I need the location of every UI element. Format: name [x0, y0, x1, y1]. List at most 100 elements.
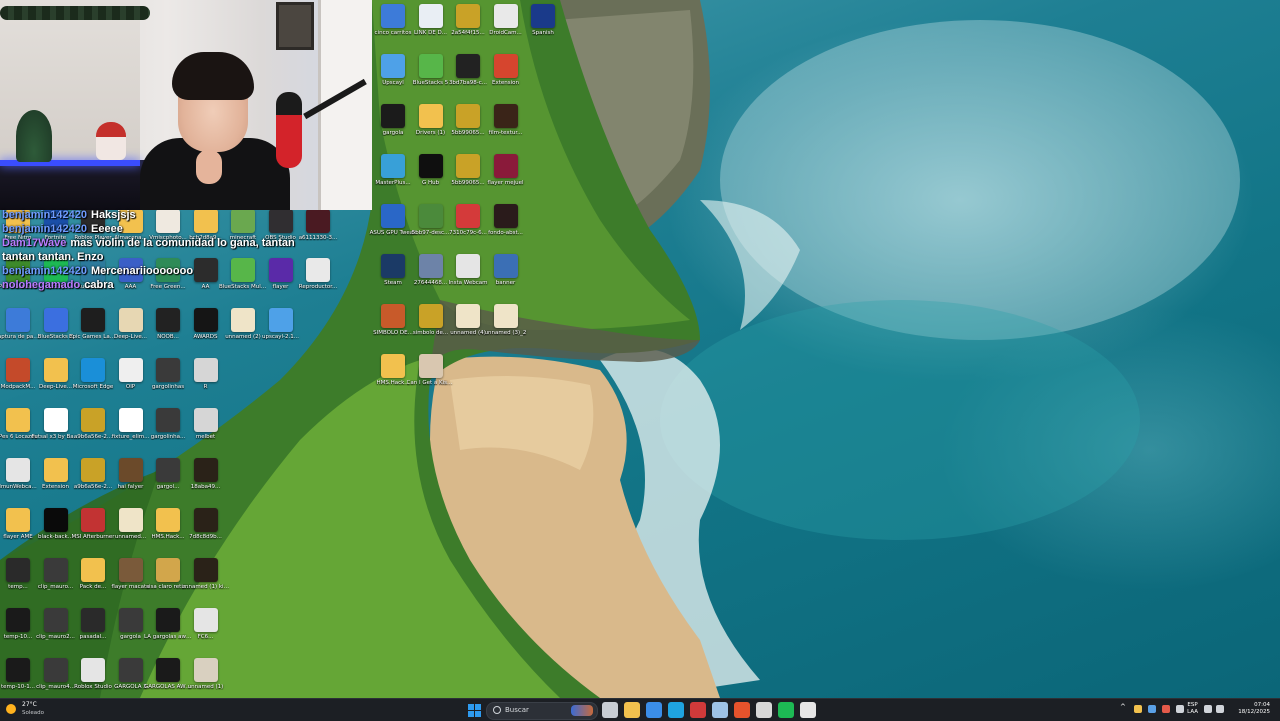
search-highlight-icon [571, 705, 593, 716]
tray-app-icon[interactable] [1134, 705, 1142, 713]
obs-icon[interactable] [756, 702, 772, 718]
language-code: ESP [1187, 702, 1198, 708]
steam-icon[interactable] [712, 702, 728, 718]
desktop-icon[interactable]: 18aba49... [182, 458, 230, 490]
desktop-icon-image [193, 358, 218, 382]
desktop-icon-image [418, 354, 443, 378]
desktop-icon-image [456, 54, 480, 78]
windows-logo-icon [468, 704, 474, 710]
plant [16, 110, 52, 162]
desktop-icon-image [268, 308, 293, 332]
desktop-icon[interactable]: 7d8c8d9b... [182, 508, 230, 540]
desktop-icon-image [6, 658, 30, 682]
chat-text: Mercenariiooooooo [91, 265, 194, 277]
chat-username: benjamin142420 [2, 223, 87, 235]
desktop-icon-label: 7d8c8d9b... [189, 534, 222, 540]
chat-username: Dam17Wave [2, 237, 67, 249]
desktop-icon-label: FC6... [197, 634, 214, 640]
desktop-icon[interactable]: unnamed (1) [182, 658, 230, 690]
desktop-icon-label: 18aba49... [190, 484, 221, 490]
chat-message: benjamin142420 Mercenariiooooooo [2, 264, 320, 278]
mic-icon[interactable] [1176, 705, 1184, 713]
network-icon[interactable] [1204, 705, 1212, 713]
language-indicator[interactable]: ESP LAA [1187, 702, 1198, 716]
desktop-icon-image [81, 408, 105, 432]
desktop-icon-image [493, 54, 518, 78]
desktop-icon-image [418, 104, 443, 128]
desktop-icon[interactable]: unnamed (3)_2 [482, 304, 530, 336]
desktop-icon[interactable]: Extension [482, 54, 530, 86]
desktop-icon-image [156, 408, 180, 432]
desktop-icon-image [118, 508, 143, 532]
desktop-icon-label: R [203, 384, 208, 390]
desktop-icon-image [156, 458, 180, 482]
desktop-icon-image [381, 54, 405, 78]
desktop-icon-label: upscayl-2.1... [262, 334, 299, 340]
desktop-icon-image [81, 608, 105, 632]
chat-text: Haksjsjs [91, 209, 136, 221]
desktop-icon-label: Spanish [532, 30, 554, 36]
tray-app-icon[interactable] [1148, 705, 1156, 713]
start-button[interactable] [466, 702, 482, 718]
desktop-icon-image [493, 204, 518, 228]
desktop-icon-image [193, 508, 218, 532]
desktop-icon-image [81, 308, 105, 332]
desktop-icon[interactable]: FC6... [182, 608, 230, 640]
desktop-icon-label: fondo-abst... [488, 230, 523, 236]
desktop-icon[interactable]: Can I Get a Kiss Mauroo [407, 354, 455, 386]
desktop-icon-image [418, 304, 443, 328]
desktop-icon-image [43, 508, 68, 532]
microphone [276, 92, 302, 168]
tray-app-icon[interactable] [1162, 705, 1170, 713]
spotify-icon[interactable] [778, 702, 794, 718]
chat-username: benjamin142420 [2, 209, 87, 221]
desktop-icon-image [43, 458, 68, 482]
taskbar-search[interactable]: Buscar [486, 702, 598, 720]
chat-message: nolohegamado cabra [2, 278, 320, 292]
desktop-icon[interactable]: banner [482, 254, 530, 286]
desktop-icon-image [418, 4, 443, 28]
desktop-icon-image [43, 608, 68, 632]
desktop-icon[interactable]: fondo-abst... [482, 204, 530, 236]
desktop-icon-image [43, 658, 68, 682]
volume-icon[interactable] [1216, 705, 1224, 713]
desktop-icon[interactable]: Spanish [519, 4, 567, 36]
weather-temperature: 27°C [22, 701, 37, 708]
desktop-icon[interactable]: R [182, 358, 230, 390]
desktop-icon-image [381, 4, 405, 28]
task-view-icon[interactable] [602, 702, 618, 718]
chevron-up-icon[interactable]: ^ [1120, 703, 1128, 711]
desktop-icon-image [381, 304, 405, 328]
desktop-icon-label: Can I Get a Kiss Mauroo [406, 380, 455, 386]
desktop-icon[interactable]: melbet [182, 408, 230, 440]
desktop-icon-image [381, 254, 405, 278]
desktop-icon[interactable]: unnamed (1) kiss maur... [182, 558, 230, 590]
desktop-icon-image [193, 558, 218, 582]
desktop-icon-image [456, 304, 480, 328]
desktop-icon[interactable]: upscayl-2.1... [257, 308, 305, 340]
chat-message: Dam17Wave mas violin de la comunidad lo g… [2, 236, 320, 264]
desktop-icon-label: unnamed (1) kiss maur... [181, 584, 230, 590]
desktop-icon-image [381, 154, 405, 178]
desktop-icon-image [193, 408, 218, 432]
desktop-icon-image [381, 104, 405, 128]
keyboard-layout: LAA [1187, 709, 1198, 715]
desktop-icon-image [81, 558, 105, 582]
desktop-icon-image [118, 458, 143, 482]
file-explorer-icon[interactable] [624, 702, 640, 718]
edge-icon[interactable] [668, 702, 684, 718]
brave-icon[interactable] [734, 702, 750, 718]
store-icon[interactable] [646, 702, 662, 718]
chat-text: Eeeee [91, 223, 123, 235]
desktop-icon-image [6, 308, 30, 332]
desktop-icon-image [6, 458, 30, 482]
desktop-icon[interactable]: flayer mejuel [482, 154, 530, 186]
player-icon[interactable] [800, 702, 816, 718]
desktop-icon-label: banner [495, 280, 516, 286]
desktop-icon-label: unnamed (1) [187, 684, 224, 690]
media-icon[interactable] [690, 702, 706, 718]
desktop-icon[interactable]: film-textur... [482, 104, 530, 136]
desktop-icon-image [81, 358, 105, 382]
clock[interactable]: 07:04 18/12/2025 [1238, 702, 1270, 716]
clock-date: 18/12/2025 [1238, 709, 1270, 715]
